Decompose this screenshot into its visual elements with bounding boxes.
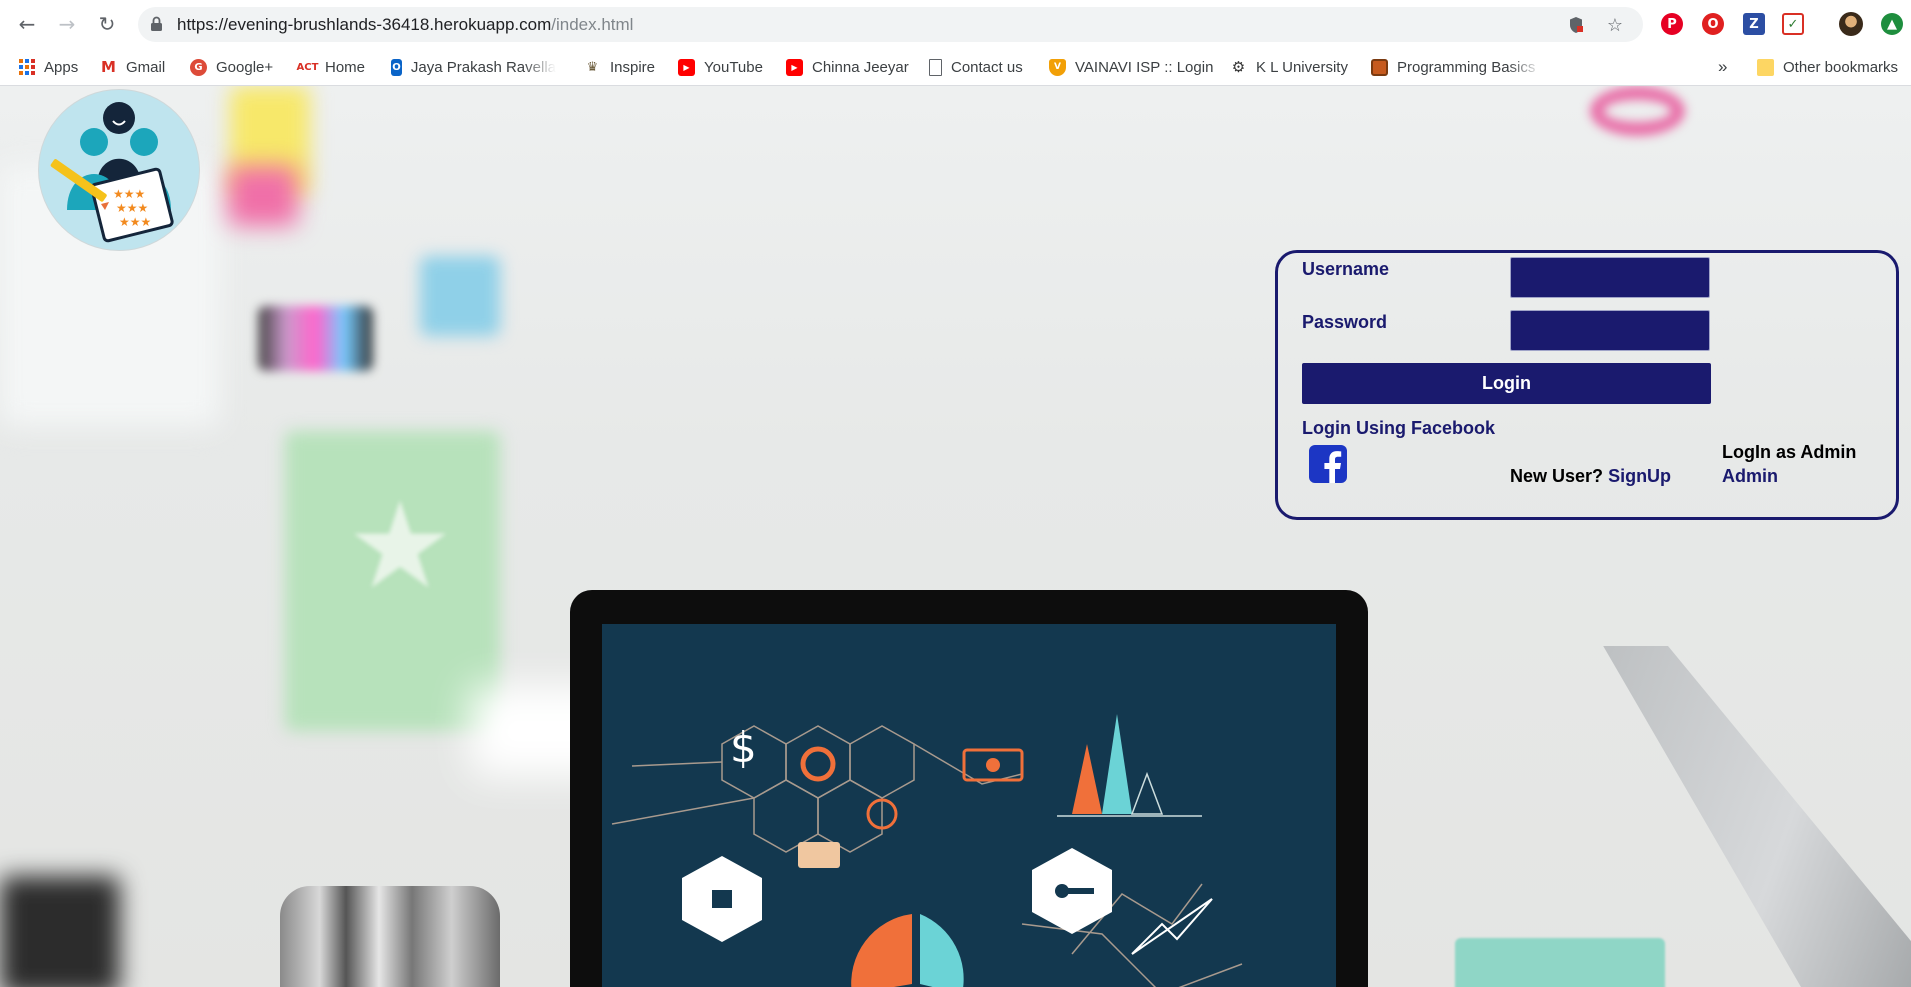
login-form: Username Password Login Login Using Face… xyxy=(1275,250,1899,520)
bookmark-label: Home xyxy=(325,58,366,76)
background-box xyxy=(1455,938,1665,987)
book-icon xyxy=(1371,58,1388,76)
laptop-screen: $ xyxy=(602,624,1336,987)
svg-text:★★★: ★★★ xyxy=(119,215,151,229)
gear-icon: ⚙ xyxy=(1230,58,1247,76)
password-input[interactable] xyxy=(1510,310,1710,351)
bookmark-label: YouTube xyxy=(704,58,763,76)
bookmark-home[interactable]: ACT Home xyxy=(297,56,366,78)
outlook-icon: O xyxy=(391,58,402,76)
bookmark-label: Jaya Prakash Ravella xyxy=(410,58,556,76)
background-laptop xyxy=(1603,646,1911,987)
bookmark-apps[interactable]: Apps xyxy=(19,56,78,78)
admin-link[interactable]: Admin xyxy=(1722,466,1778,487)
bookmark-google-plus[interactable]: G Google+ xyxy=(190,56,273,78)
bookmark-inspire[interactable]: ♛ Inspire xyxy=(584,56,655,78)
bookmark-label: Gmail xyxy=(126,58,166,76)
site-logo: ★★★ ★★★ ★★★ xyxy=(39,90,199,250)
act-icon: ACT xyxy=(297,58,318,76)
youtube-icon: ▶ xyxy=(678,58,695,76)
svg-text:★★★: ★★★ xyxy=(116,201,148,215)
url-text[interactable]: https://evening-brushlands-36418.herokua… xyxy=(177,15,633,35)
browser-toolbar: ← → ↻ https://evening-brushlands-36418.h… xyxy=(0,0,1911,49)
opera-icon[interactable]: O xyxy=(1702,13,1724,35)
bookmark-youtube[interactable]: ▶ YouTube xyxy=(678,56,763,78)
password-label: Password xyxy=(1302,312,1388,332)
emblem-icon: ♛ xyxy=(584,58,601,76)
laptop-illustration: $ xyxy=(570,590,1368,987)
bookmark-star-icon[interactable]: ☆ xyxy=(1605,15,1625,36)
back-arrow-icon[interactable]: ← xyxy=(14,11,40,37)
coffee-mug xyxy=(280,886,500,987)
shield-icon: V xyxy=(1049,58,1066,76)
site-settings-icon[interactable] xyxy=(1566,15,1586,35)
bookmark-gmail[interactable]: M Gmail xyxy=(100,56,165,78)
bookmark-label: Google+ xyxy=(216,58,274,76)
facebook-icon[interactable] xyxy=(1309,445,1347,483)
bookmark-vainavi[interactable]: V VAINAVI ISP :: Login xyxy=(1049,56,1213,78)
extension-green-icon[interactable]: ▲ xyxy=(1881,13,1903,35)
bookmark-label: Programming Basics xyxy=(1397,58,1536,76)
new-user-text: New User? SignUp xyxy=(1510,466,1671,487)
signup-link[interactable]: SignUp xyxy=(1608,466,1671,486)
bookmark-kl-university[interactable]: ⚙ K L University xyxy=(1230,56,1348,78)
google-plus-icon: G xyxy=(190,58,207,76)
url-path: /index.html xyxy=(551,15,634,34)
username-label: Username xyxy=(1302,259,1390,279)
bookmark-label: Other bookmarks xyxy=(1783,58,1899,76)
username-input[interactable] xyxy=(1510,257,1710,298)
profile-avatar[interactable] xyxy=(1839,12,1863,36)
apps-grid-icon xyxy=(19,59,35,75)
bookmark-label: Contact us xyxy=(951,58,1023,76)
admin-login-heading: LogIn as Admin xyxy=(1722,442,1857,462)
bookmark-label: Apps xyxy=(44,58,79,76)
folder-icon xyxy=(1757,58,1774,76)
page-icon xyxy=(929,58,942,76)
address-bar[interactable]: https://evening-brushlands-36418.herokua… xyxy=(138,7,1643,42)
bookmark-chinna-jeeyar[interactable]: ▶ Chinna Jeeyar xyxy=(786,56,909,78)
login-button[interactable]: Login xyxy=(1302,363,1711,404)
url-host: https://evening-brushlands-36418.herokua… xyxy=(177,15,552,34)
pinterest-icon[interactable]: P xyxy=(1661,13,1683,35)
svg-text:$: $ xyxy=(730,723,757,772)
bookmark-label: Chinna Jeeyar xyxy=(812,58,909,76)
svg-text:★★★: ★★★ xyxy=(113,187,145,201)
bookmark-label: K L University xyxy=(1256,58,1348,76)
login-facebook-link[interactable]: Login Using Facebook xyxy=(1302,418,1495,439)
calendar-extension-icon[interactable]: ✓ xyxy=(1782,13,1804,35)
lock-icon xyxy=(151,16,162,31)
new-user-label: New User? xyxy=(1510,466,1604,486)
bookmarks-overflow-button[interactable]: » xyxy=(1718,56,1727,78)
bookmark-label: VAINAVI ISP :: Login xyxy=(1075,58,1214,76)
bookmark-label: Inspire xyxy=(610,58,656,76)
youtube-icon: ▶ xyxy=(786,58,803,76)
zotero-icon[interactable]: Z xyxy=(1743,13,1765,35)
page-content: ★ ★★★ ★★★ ★★★ $ Username Password Login … xyxy=(0,86,1911,987)
other-bookmarks[interactable]: Other bookmarks xyxy=(1757,56,1898,78)
gmail-icon: M xyxy=(100,58,117,76)
bookmark-jaya-prakash[interactable]: O Jaya Prakash Ravella xyxy=(391,56,556,78)
bookmarks-bar: Apps M Gmail G Google+ ACT Home O Jaya P… xyxy=(0,49,1911,86)
forward-arrow-icon[interactable]: → xyxy=(54,11,80,37)
bookmark-contact-us[interactable]: Contact us xyxy=(929,56,1023,78)
bookmark-programming-basics[interactable]: Programming Basics xyxy=(1371,56,1542,78)
reload-icon[interactable]: ↻ xyxy=(94,11,120,37)
